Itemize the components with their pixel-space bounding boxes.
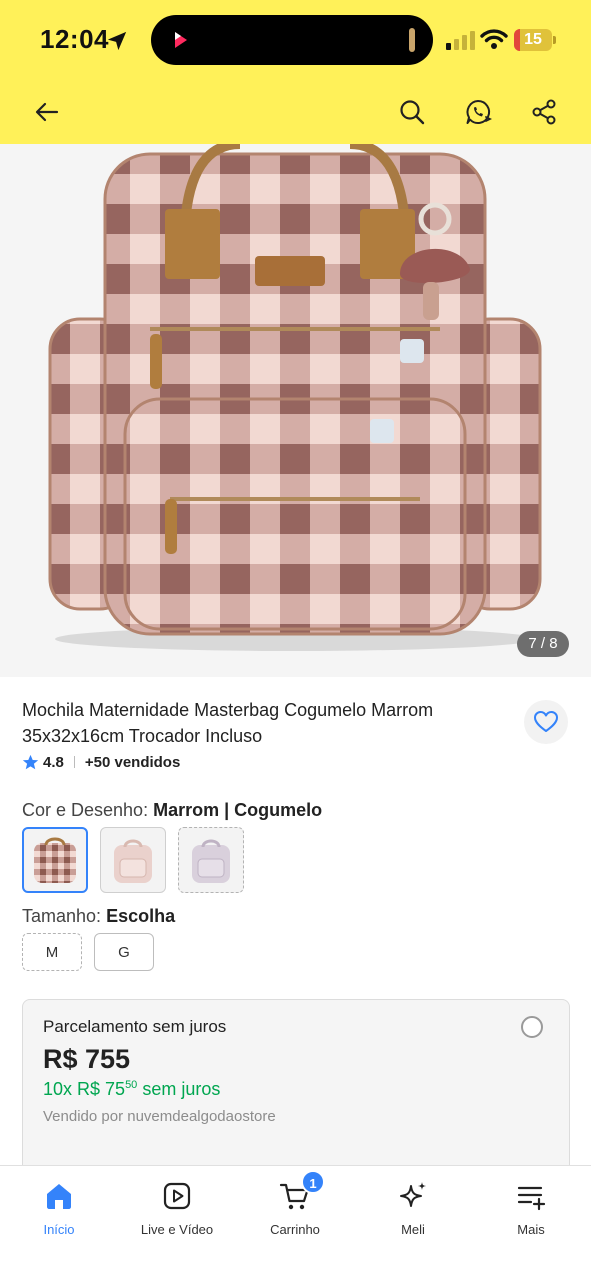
- whatsapp-button[interactable]: [458, 92, 498, 132]
- sold-count: +50 vendidos: [84, 753, 181, 771]
- heart-icon: [534, 711, 558, 732]
- signal-icon: [446, 31, 475, 50]
- divider: [73, 756, 75, 768]
- whatsapp-icon: [466, 99, 492, 124]
- size-option-g[interactable]: G: [94, 933, 154, 971]
- tab-inicio[interactable]: Início: [0, 1180, 118, 1240]
- rating-row[interactable]: 4.8 +50 vendidos: [22, 751, 180, 773]
- search-icon: [400, 100, 425, 125]
- back-button[interactable]: [27, 92, 67, 132]
- share-button[interactable]: [524, 92, 564, 132]
- price: R$ 755: [43, 1044, 131, 1074]
- swatch-image: [192, 839, 230, 883]
- color-variant-label: Cor e Desenho: Marrom | Cogumelo: [22, 800, 322, 821]
- app-header: 12:04 15: [0, 0, 591, 144]
- color-swatches: [22, 827, 244, 893]
- search-button[interactable]: [392, 92, 432, 132]
- swatch-rosa[interactable]: [100, 827, 166, 893]
- battery-text: 15: [524, 31, 542, 48]
- wifi-icon: [480, 29, 508, 49]
- sparkle-icon: [400, 1182, 426, 1207]
- home-icon: [47, 1184, 71, 1209]
- location-arrow-icon: [107, 31, 127, 51]
- tab-live-video[interactable]: Live e Vídeo: [118, 1180, 236, 1240]
- tab-label: Carrinho: [270, 1222, 320, 1237]
- color-label: Cor e Desenho:: [22, 800, 149, 820]
- star-icon: [22, 754, 39, 769]
- favorite-button[interactable]: [524, 700, 568, 744]
- share-icon: [532, 99, 556, 125]
- rating-value: 4.8: [43, 753, 64, 771]
- size-option-m[interactable]: M: [22, 933, 82, 971]
- seller-info: Vendido por nuvemdealgodaostore: [43, 1108, 276, 1125]
- play-icon: [163, 1182, 191, 1210]
- size-value: Escolha: [106, 906, 176, 926]
- installments: 10x R$ 7550 sem juros: [43, 1079, 221, 1099]
- color-value: Marrom | Cogumelo: [153, 800, 323, 820]
- status-bar: 12:04 15: [0, 0, 591, 80]
- swatch-image: [114, 839, 152, 883]
- battery-indicator: 15: [514, 29, 556, 51]
- swatch-image: [34, 837, 76, 883]
- payment-radio[interactable]: [521, 1016, 543, 1038]
- tab-label: Live e Vídeo: [140, 1222, 214, 1237]
- tab-mais[interactable]: Mais: [472, 1180, 590, 1240]
- tab-meli[interactable]: Meli: [354, 1180, 472, 1240]
- product-image: [48, 144, 542, 651]
- dynamic-island: [151, 15, 433, 65]
- app-logo-icon: [175, 32, 187, 48]
- size-label: Tamanho:: [22, 906, 102, 926]
- payment-title: Parcelamento sem juros: [43, 1017, 227, 1036]
- size-variant-label: Tamanho: Escolha: [22, 906, 175, 927]
- bottom-tab-bar: Início Live e Vídeo 1 Carrinho Meli Mais: [0, 1165, 591, 1280]
- swatch-marrom-cogumelo[interactable]: [22, 827, 88, 893]
- menu-plus-icon: [517, 1186, 546, 1211]
- arrow-left-icon: [35, 102, 59, 122]
- product-gallery[interactable]: [0, 144, 591, 677]
- product-title: Mochila Maternidade Masterbag Cogumelo M…: [22, 700, 434, 746]
- gallery-counter: 7 / 8: [517, 631, 569, 657]
- swatch-lilas[interactable]: [178, 827, 244, 893]
- tab-label: Meli: [401, 1222, 425, 1237]
- cart-badge: 1: [301, 1170, 325, 1194]
- status-time: 12:04: [40, 24, 109, 54]
- nav-bar: [0, 80, 591, 144]
- size-options: M G: [22, 933, 154, 971]
- tab-label: Início: [43, 1222, 75, 1237]
- tab-label: Mais: [517, 1222, 545, 1237]
- tab-carrinho[interactable]: 1 Carrinho: [236, 1170, 354, 1240]
- island-indicator: [409, 28, 415, 52]
